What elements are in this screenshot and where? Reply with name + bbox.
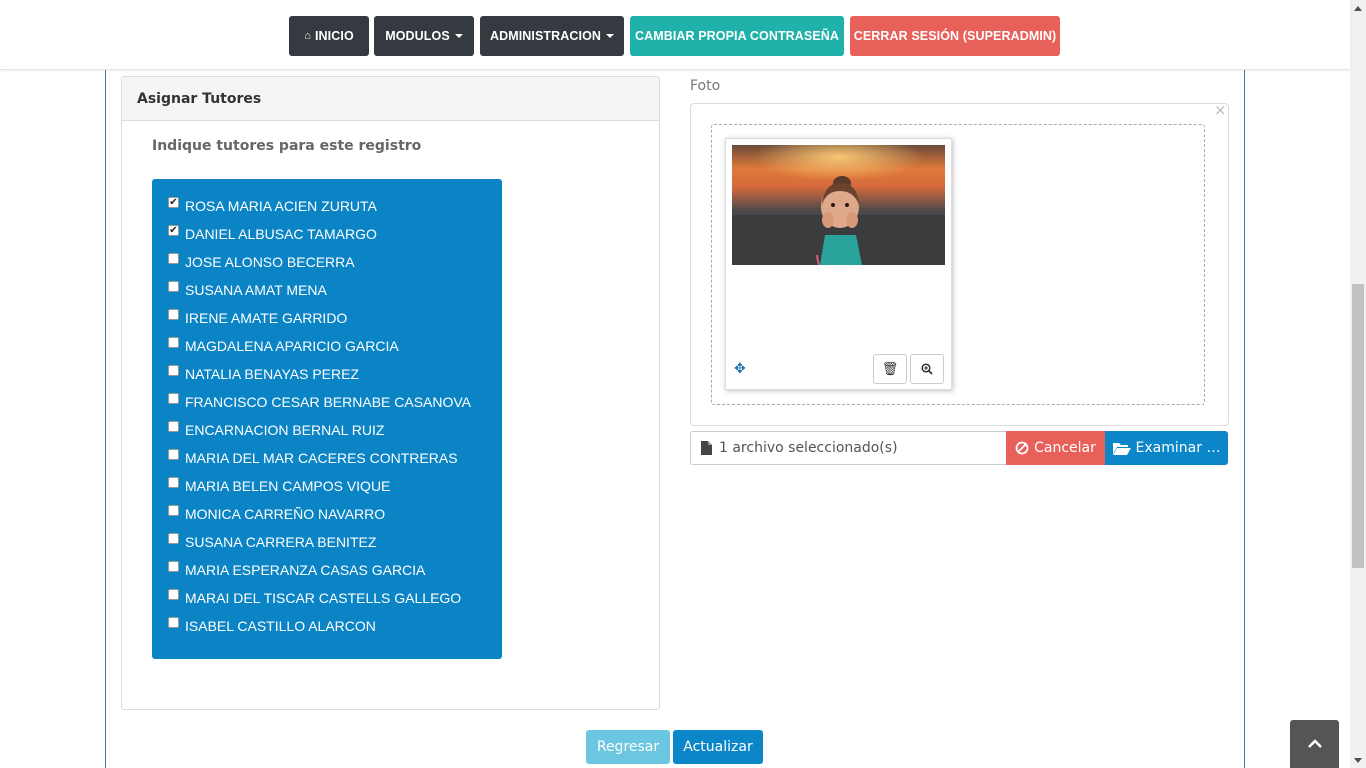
tutor-name-label: ROSA MARIA ACIEN ZURUTA [185,198,377,214]
tutor-name-label: MONICA CARREÑO NAVARRO [185,506,386,522]
tutor-checkbox-item[interactable]: MONICA CARREÑO NAVARRO [168,504,385,524]
tutor-checkbox-item[interactable]: FRANCISCO CESAR BERNABE CASANOVA [168,392,471,412]
delete-file-button[interactable]: 🗑 [873,354,907,384]
tutor-checkbox[interactable] [168,392,179,404]
chevron-up-icon [1307,739,1322,748]
tutor-checkbox-item[interactable]: ISABEL CASTILLO ALARCON [168,616,376,636]
tutor-checkbox[interactable] [168,532,179,544]
tutor-name-label: MAGDALENA APARICIO GARCIA [185,338,399,354]
tutor-checkbox-item[interactable]: ✔ ROSA MARIA ACIEN ZURUTA [168,196,377,216]
tutor-checkbox-item[interactable]: ✔ DANIEL ALBUSAC TAMARGO [168,224,377,244]
tutor-checkbox[interactable] [168,588,179,600]
tutor-checkbox-item[interactable]: SUSANA CARRERA BENITEZ [168,532,376,552]
tutor-checkbox[interactable] [168,252,179,264]
file-thumbnail: ✥ 🗑 [725,138,952,390]
tutor-name-label: DANIEL ALBUSAC TAMARGO [185,226,377,242]
tutor-checkbox-item[interactable]: MARIA ESPERANZA CASAS GARCIA [168,560,425,580]
file-status-text: 1 archivo seleccionado(s) [719,440,898,456]
tutor-checkbox[interactable]: ✔ [168,196,179,208]
page-scrollbar[interactable] [1350,0,1366,768]
tutor-checkbox-item[interactable]: ENCARNACION BERNAL RUIZ [168,420,384,440]
nav-cerrar-label: CERRAR SESIÓN (SUPERADMIN) [853,29,1057,43]
tutor-checkbox[interactable] [168,308,179,320]
tutor-name-label: ISABEL CASTILLO ALARCON [185,618,376,634]
tutor-checkbox[interactable] [168,448,179,460]
top-navbar: ⌂ INICIO MODULOS ADMINISTRACION CAMBIAR … [0,0,1350,70]
tutor-checkbox[interactable] [168,364,179,376]
folder-open-icon [1112,442,1131,455]
tutor-checkbox[interactable] [168,476,179,488]
tutor-checkbox[interactable] [168,504,179,516]
tutor-name-label: ENCARNACION BERNAL RUIZ [185,422,385,438]
tutor-checkbox-item[interactable]: MARIA DEL MAR CACERES CONTRERAS [168,448,458,468]
asignar-tutores-panel: Asignar Tutores Indique tutores para est… [121,76,660,710]
actualizar-button[interactable]: Actualizar [673,730,763,764]
scroll-to-top-button[interactable] [1290,720,1339,768]
move-icon[interactable]: ✥ [734,361,746,377]
browse-label: Examinar … [1135,440,1221,456]
nav-cambiar-label: CAMBIAR PROPIA CONTRASEÑA [634,29,840,43]
tutor-name-label: SUSANA CARRERA BENITEZ [185,534,377,550]
zoom-file-button[interactable] [910,354,944,384]
tutor-name-label: MARIA DEL MAR CACERES CONTRERAS [185,450,458,466]
tutor-checkbox-item[interactable]: IRENE AMATE GARRIDO [168,308,347,328]
browse-file-button[interactable]: Examinar … [1105,431,1228,465]
scroll-up-arrow-icon[interactable] [1350,0,1366,16]
nav-modulos-label: MODULOS [385,29,450,43]
cancel-label: Cancelar [1034,440,1096,456]
trash-icon: 🗑 [881,361,899,377]
nav-administracion-dropdown[interactable]: ADMINISTRACION [480,16,624,56]
tutor-name-label: JOSE ALONSO BECERRA [185,254,355,270]
tutor-checkbox-item[interactable]: MAGDALENA APARICIO GARCIA [168,336,399,356]
tutor-checkbox-item[interactable]: MARIA BELEN CAMPOS VIQUE [168,476,390,496]
regresar-button[interactable]: Regresar [586,730,670,764]
tutor-name-label: IRENE AMATE GARRIDO [185,310,348,326]
zoom-in-icon [921,363,933,375]
tutor-checkbox[interactable] [168,280,179,292]
home-icon: ⌂ [304,30,311,42]
tutor-checkbox-item[interactable]: JOSE ALONSO BECERRA [168,252,355,272]
foto-label: Foto [690,78,721,94]
ban-icon [1015,441,1029,455]
tutor-checkbox[interactable] [168,616,179,628]
caret-down-icon [454,34,463,38]
photo-preview-image [732,145,945,265]
nav-cambiar-contrasena-button[interactable]: CAMBIAR PROPIA CONTRASEÑA [630,16,844,56]
nav-inicio-button[interactable]: ⌂ INICIO [289,16,369,56]
nav-inicio-label: INICIO [314,29,354,43]
nav-modulos-dropdown[interactable]: MODULOS [374,16,474,56]
panel-subtitle: Indique tutores para este registro [152,138,422,154]
close-preview-icon[interactable]: × [1214,101,1227,119]
tutor-checkbox-list: ✔ ROSA MARIA ACIEN ZURUTA ✔ DANIEL ALBUSAC … [152,179,502,659]
tutor-name-label: MARIA ESPERANZA CASAS GARCIA [185,562,426,578]
tutor-name-label: SUSANA AMAT MENA [185,282,327,298]
tutor-checkbox[interactable] [168,560,179,572]
file-name-display[interactable]: 1 archivo seleccionado(s) [690,431,1007,465]
cancel-upload-button[interactable]: Cancelar [1006,431,1105,465]
tutor-checkbox-item[interactable]: SUSANA AMAT MENA [168,280,327,300]
tutor-name-label: MARAI DEL TISCAR CASTELLS GALLEGO [185,590,462,606]
tutor-checkbox[interactable] [168,420,179,432]
nav-administracion-label: ADMINISTRACION [489,29,602,43]
tutor-name-label: MARIA BELEN CAMPOS VIQUE [185,478,391,494]
panel-heading: Asignar Tutores [122,77,659,121]
caret-down-icon [606,34,615,38]
scroll-down-arrow-icon[interactable] [1350,752,1366,768]
scrollbar-thumb[interactable] [1352,284,1364,568]
tutor-name-label: FRANCISCO CESAR BERNABE CASANOVA [185,394,472,410]
tutor-checkbox[interactable]: ✔ [168,224,179,236]
tutor-name-label: NATALIA BENAYAS PEREZ [185,366,360,382]
file-icon [701,441,712,455]
tutor-checkbox[interactable] [168,336,179,348]
nav-cerrar-sesion-button[interactable]: CERRAR SESIÓN (SUPERADMIN) [850,16,1060,56]
tutor-checkbox-item[interactable]: MARAI DEL TISCAR CASTELLS GALLEGO [168,588,461,608]
tutor-checkbox-item[interactable]: NATALIA BENAYAS PEREZ [168,364,359,384]
